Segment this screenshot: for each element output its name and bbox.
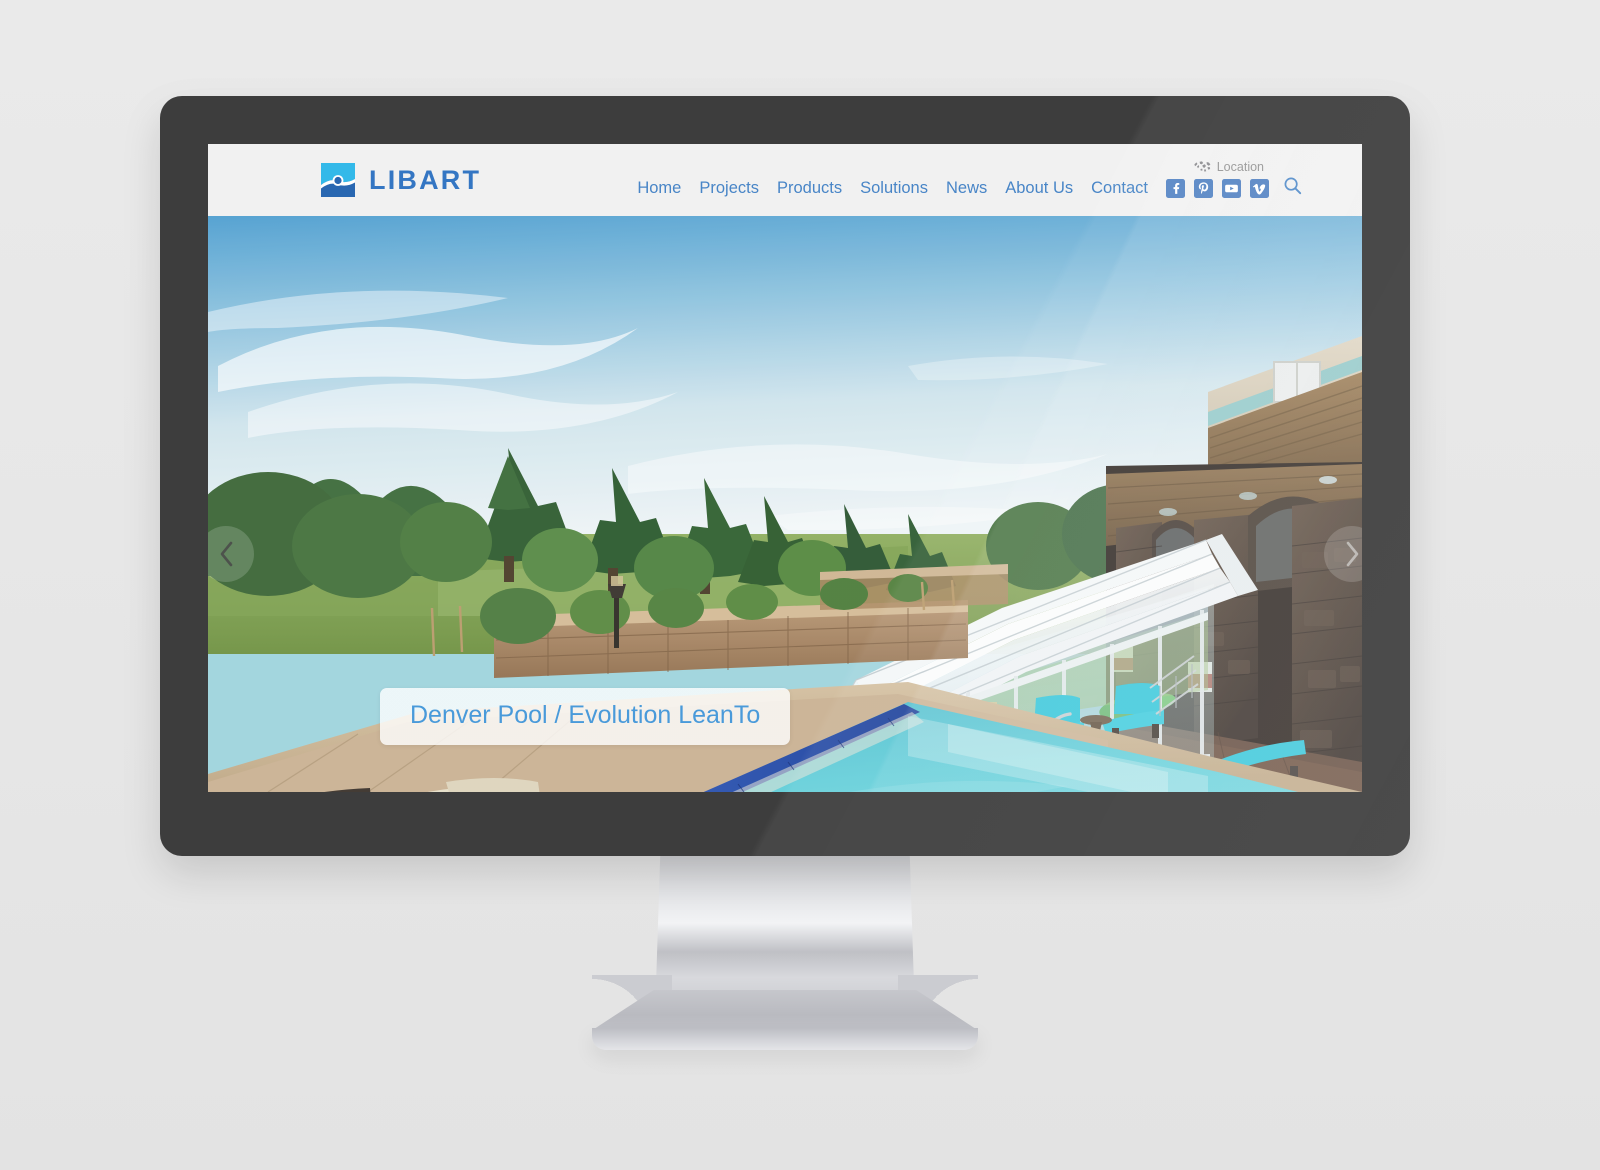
hero-slider: Denver Pool / Evolution LeanTo [208, 216, 1362, 792]
nav-item-projects[interactable]: Projects [690, 179, 768, 198]
hero-caption-text: Denver Pool / Evolution LeanTo [410, 701, 761, 729]
search-icon [1284, 177, 1302, 195]
facebook-icon[interactable] [1166, 178, 1185, 198]
nav-item-products[interactable]: Products [768, 179, 851, 198]
location-label: Location [1216, 160, 1264, 174]
site-header: LIBART Location Home Projects Products S… [208, 144, 1362, 216]
main-navigation: Home Projects Products Solutions News Ab… [628, 176, 1302, 200]
nav-item-contact[interactable]: Contact [1082, 179, 1157, 198]
search-button[interactable] [1283, 176, 1302, 200]
monitor-bezel: LIBART Location Home Projects Products S… [160, 96, 1410, 856]
location-selector[interactable]: Location [1194, 160, 1264, 174]
nav-item-solutions[interactable]: Solutions [851, 179, 937, 198]
chevron-right-icon [1346, 541, 1358, 567]
world-map-icon [1194, 161, 1211, 172]
nav-item-about-us[interactable]: About Us [996, 179, 1082, 198]
youtube-icon[interactable] [1222, 178, 1241, 198]
monitor-stand-base [592, 1028, 978, 1050]
pinterest-icon[interactable] [1194, 178, 1213, 198]
brand-logo[interactable]: LIBART [321, 163, 481, 197]
brand-name: LIBART [369, 164, 482, 195]
libart-pool-logo-icon [321, 163, 355, 197]
header-nav-cluster: Location Home Projects Products Solution… [628, 144, 1302, 216]
monitor-screen: LIBART Location Home Projects Products S… [208, 144, 1362, 792]
vimeo-icon[interactable] [1250, 178, 1269, 198]
nav-item-home[interactable]: Home [628, 179, 690, 198]
chevron-left-icon [220, 541, 232, 567]
hero-caption: Denver Pool / Evolution LeanTo [380, 688, 791, 745]
nav-item-news[interactable]: News [937, 179, 996, 198]
